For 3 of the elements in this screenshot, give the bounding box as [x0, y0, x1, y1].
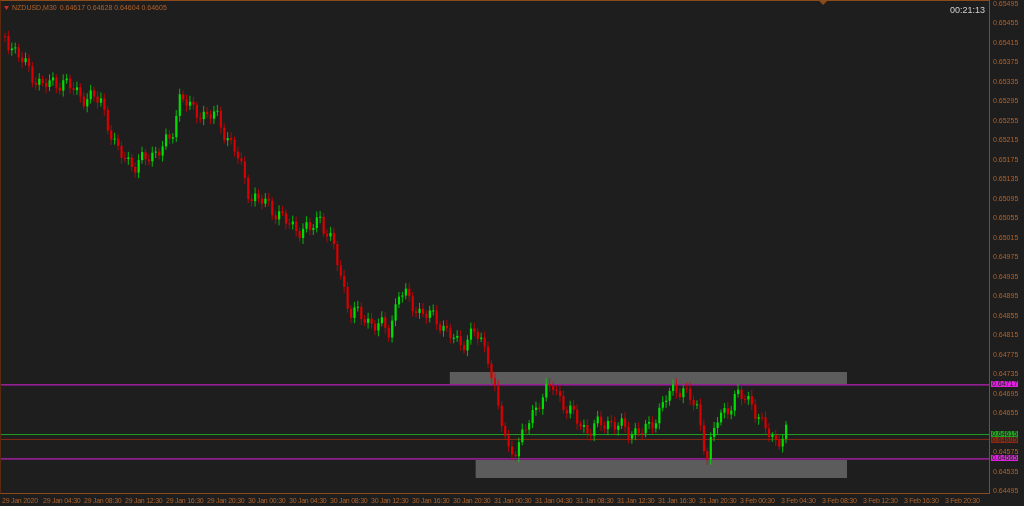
chart-shift-marker-icon[interactable]: [819, 1, 828, 5]
candle-timer: 00:21:13: [949, 5, 985, 15]
dropdown-triangle-icon[interactable]: [4, 5, 9, 10]
